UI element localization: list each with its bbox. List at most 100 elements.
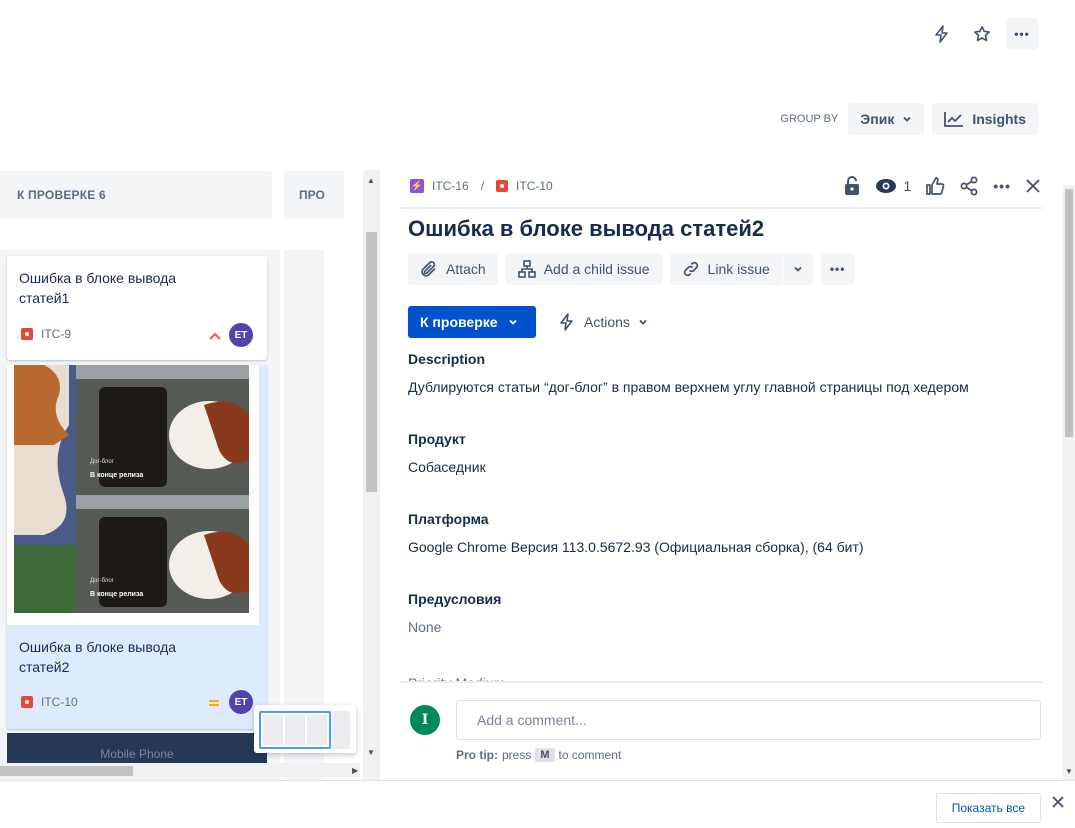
bug-icon <box>21 328 33 340</box>
board-column: К ПРОВЕРКЕ 6 Ошибка в блоке вывода стате… <box>0 170 280 780</box>
scroll-right-icon[interactable]: ▶ <box>352 766 358 775</box>
more-actions-button[interactable]: ••• <box>820 253 855 285</box>
add-child-label: Add a child issue <box>543 261 650 277</box>
chevron-down-icon <box>794 266 802 272</box>
field-value-platform[interactable]: Google Chrome Версия 113.0.5672.93 (Офиц… <box>408 539 864 555</box>
attach-button[interactable]: Attach <box>408 253 498 285</box>
board-vertical-scrollbar[interactable]: ▲ ▼ <box>363 170 380 780</box>
group-by-value: Эпик <box>860 111 895 127</box>
link-icon <box>683 261 698 277</box>
star-icon[interactable] <box>966 18 998 50</box>
priority-high-icon <box>209 332 221 340</box>
minimap-viewport[interactable] <box>259 711 331 749</box>
epic-icon: ⚡ <box>410 179 424 193</box>
paperclip-icon <box>421 260 436 277</box>
column-header[interactable]: К ПРОВЕРКЕ 6 <box>0 171 272 219</box>
watch-button[interactable]: 1 <box>875 178 911 194</box>
caption-small: Дог-блог <box>90 578 115 584</box>
issue-key-link[interactable]: ITC-10 <box>516 179 553 193</box>
card-meta: ITC-10 <box>21 695 78 709</box>
more-actions-button[interactable]: ••• <box>1006 18 1038 50</box>
cover-photo: Дог-блог В конце релиза Дог-блог В конце… <box>14 365 249 613</box>
card-key: ITC-10 <box>41 695 78 709</box>
scroll-down-icon[interactable]: ▼ <box>1065 767 1073 776</box>
issue-action-buttons: Attach Add a child issue Link issue ••• <box>408 253 855 285</box>
scroll-up-icon[interactable]: ▲ <box>367 176 375 185</box>
panel-scrollbar[interactable]: ▼ <box>1063 185 1075 780</box>
field-label-product: Продукт <box>408 431 466 447</box>
avatar[interactable]: ET <box>229 323 253 347</box>
more-icon[interactable]: ••• <box>993 178 1011 194</box>
bug-icon <box>21 696 33 708</box>
watchers-count: 1 <box>903 178 912 194</box>
thumbs-up-icon[interactable] <box>925 176 945 196</box>
group-by-dropdown[interactable]: Эпик <box>848 103 925 135</box>
scroll-thumb[interactable] <box>1065 189 1073 437</box>
comment-input[interactable]: Add a comment... <box>456 700 1041 740</box>
pro-tip: Pro tip: press M to comment <box>456 748 621 762</box>
pro-tip-label: Pro tip: <box>456 748 498 762</box>
chart-trend-icon <box>944 112 964 127</box>
minimap-rest <box>332 711 350 749</box>
link-issue-split: Link issue <box>669 253 813 285</box>
automation-bolt-icon <box>560 313 573 331</box>
hierarchy-icon <box>517 260 536 278</box>
automation-bolt-icon[interactable] <box>926 18 958 50</box>
attach-label: Attach <box>446 261 486 277</box>
issue-title[interactable]: Ошибка в блоке вывода статей2 <box>408 216 764 242</box>
divider <box>400 681 1042 683</box>
eye-icon <box>876 179 897 193</box>
status-label: К проверке <box>420 314 498 330</box>
caption-small: Дог-блог <box>90 459 115 465</box>
field-value-product[interactable]: Собаседник <box>408 459 486 475</box>
page-header-actions: ••• <box>926 18 1038 50</box>
field-label-description: Description <box>408 351 486 367</box>
download-bar: Показать все <box>0 780 1075 828</box>
caption-main: В конце релиза <box>90 591 143 598</box>
group-by-bar: GROUP BY Эпик Insights <box>780 103 1038 135</box>
avatar[interactable]: ET <box>229 690 253 714</box>
field-label-platform: Платформа <box>408 511 489 527</box>
board: К ПРОВЕРКЕ 6 Ошибка в блоке вывода стате… <box>0 170 380 780</box>
status-dropdown[interactable]: К проверке <box>408 306 536 338</box>
issue-detail-panel: ⚡ ITC-16 / ITC-10 1 ••• Ошибка в блоке в… <box>380 170 1075 780</box>
horizontal-scrollbar[interactable] <box>0 763 360 777</box>
bug-icon <box>496 180 509 192</box>
close-icon[interactable] <box>1025 178 1041 194</box>
scroll-thumb[interactable] <box>366 232 377 492</box>
group-by-label: GROUP BY <box>780 113 839 125</box>
card-meta: ITC-9 <box>21 327 71 341</box>
insights-label: Insights <box>972 111 1026 127</box>
card-key: ITC-9 <box>41 327 71 341</box>
issue-card[interactable]: Ошибка в блоке вывода статей1 ITC-9 ET <box>7 256 267 360</box>
board-minimap[interactable] <box>254 705 356 753</box>
chevron-down-icon <box>508 319 517 325</box>
scroll-thumb[interactable] <box>0 766 133 776</box>
insights-button[interactable]: Insights <box>932 103 1038 135</box>
card-title: Ошибка в блоке вывода статей1 <box>19 270 177 306</box>
chevron-down-icon <box>903 116 911 122</box>
link-issue-button[interactable]: Link issue <box>669 253 782 285</box>
divider <box>400 207 1042 209</box>
more-icon: ••• <box>1014 27 1030 41</box>
show-all-button[interactable]: Показать все <box>935 793 1041 823</box>
user-avatar: I <box>410 705 440 735</box>
pro-tip-rest: to comment <box>558 748 622 762</box>
close-icon[interactable] <box>1051 795 1065 809</box>
breadcrumb: ⚡ ITC-16 / ITC-10 <box>410 179 553 193</box>
card-title: Ошибка в блоке вывода статей2 <box>19 639 177 675</box>
add-child-issue-button[interactable]: Add a child issue <box>505 253 662 285</box>
field-value-preconditions[interactable]: None <box>408 619 441 635</box>
pro-tip-press: press <box>502 748 532 762</box>
field-value-description[interactable]: Дублируются статьи “дог-блог” в правом в… <box>408 379 969 395</box>
share-icon[interactable] <box>959 176 979 196</box>
parent-issue-link[interactable]: ITC-16 <box>432 179 469 193</box>
scroll-down-icon[interactable]: ▼ <box>367 748 375 757</box>
column-header[interactable]: ПРО <box>284 171 344 219</box>
link-issue-dropdown[interactable] <box>782 253 813 285</box>
breadcrumb-separator: / <box>480 179 485 193</box>
actions-dropdown[interactable]: Actions <box>558 306 648 338</box>
lock-icon[interactable] <box>843 176 861 196</box>
actions-label: Actions <box>584 314 630 330</box>
issue-toolbar: 1 ••• <box>843 176 1041 196</box>
